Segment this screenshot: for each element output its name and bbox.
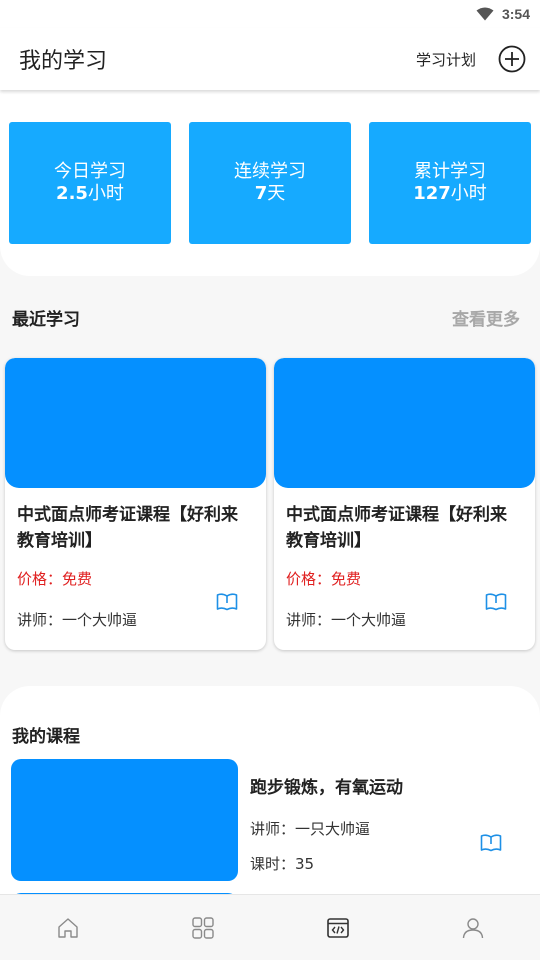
home-icon xyxy=(57,917,78,938)
course-price: 价格：免费 xyxy=(17,570,93,588)
user-icon xyxy=(462,917,483,938)
stat-label: 累计学习 xyxy=(414,161,486,182)
app-bar: 我的学习 学习计划 xyxy=(0,28,540,90)
recent-course-card[interactable]: 中式面点师考证课程【好利来教育培训】 价格：免费 讲师：一个大帅逼 xyxy=(274,358,535,650)
book-icon[interactable] xyxy=(480,833,502,853)
stat-streak[interactable]: 连续学习 7天 xyxy=(189,122,351,244)
page-title: 我的学习 xyxy=(19,49,108,74)
book-icon[interactable] xyxy=(485,592,507,612)
course-lessons: 课时：35 xyxy=(250,855,315,873)
course-title: 中式面点师考证课程【好利来教育培训】 xyxy=(17,505,238,551)
tab-profile[interactable] xyxy=(405,895,540,960)
my-course-item[interactable]: 跑步锻炼，有氧运动 讲师：一只大帅逼 课时：35 xyxy=(0,759,540,881)
bottom-nav xyxy=(0,894,540,960)
grid-icon xyxy=(191,916,214,939)
stat-total[interactable]: 累计学习 127小时 xyxy=(369,122,531,244)
stat-value: 7天 xyxy=(254,183,286,204)
course-price: 价格：免费 xyxy=(286,570,362,588)
stat-value: 2.5小时 xyxy=(56,183,124,204)
course-title: 中式面点师考证课程【好利来教育培训】 xyxy=(286,505,507,551)
my-courses-title: 我的课程 xyxy=(12,727,80,747)
book-icon[interactable] xyxy=(216,592,238,612)
view-more-link[interactable]: 查看更多 xyxy=(452,305,520,330)
tab-categories[interactable] xyxy=(135,895,270,960)
recent-title: 最近学习 xyxy=(12,309,80,330)
wifi-icon xyxy=(476,7,494,21)
study-plan-button[interactable]: 学习计划 xyxy=(416,49,476,70)
recent-course-card[interactable]: 中式面点师考证课程【好利来教育培训】 价格：免费 讲师：一个大帅逼 xyxy=(5,358,266,650)
course-thumbnail[interactable] xyxy=(274,358,535,488)
recent-section-header: 最近学习 查看更多 xyxy=(0,276,540,358)
status-time: 3:54 xyxy=(501,6,530,22)
tab-learning[interactable] xyxy=(270,895,405,960)
tab-home[interactable] xyxy=(0,895,135,960)
code-icon xyxy=(326,917,349,938)
status-bar: 3:54 xyxy=(0,0,540,28)
stat-today[interactable]: 今日学习 2.5小时 xyxy=(9,122,171,244)
add-circle-icon[interactable] xyxy=(498,45,526,73)
stat-value: 127小时 xyxy=(413,183,487,204)
course-info: 跑步锻炼，有氧运动 讲师：一只大帅逼 课时：35 xyxy=(238,759,403,881)
course-thumbnail[interactable] xyxy=(5,358,266,488)
stats-panel: 今日学习 2.5小时 连续学习 7天 累计学习 127小时 xyxy=(0,90,540,276)
stat-label: 今日学习 xyxy=(54,161,126,182)
course-name: 跑步锻炼，有氧运动 xyxy=(250,778,403,798)
course-thumbnail[interactable] xyxy=(11,759,238,881)
course-teacher: 讲师：一只大帅逼 xyxy=(250,820,371,838)
stat-label: 连续学习 xyxy=(234,161,306,182)
recent-cards: 中式面点师考证课程【好利来教育培训】 价格：免费 讲师：一个大帅逼 中式面点师考… xyxy=(0,358,540,650)
